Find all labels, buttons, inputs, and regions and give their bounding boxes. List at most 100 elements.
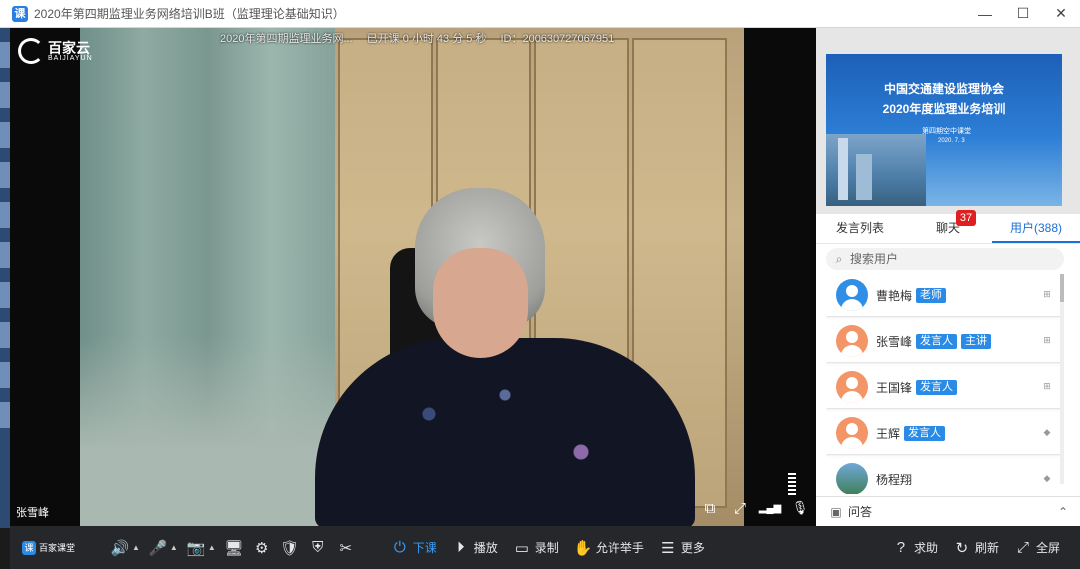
- slide-title-line1: 中国交通建设监理协会: [883, 82, 1004, 96]
- close-button[interactable]: ✕: [1042, 0, 1080, 28]
- list-item[interactable]: 杨程翔 ◆: [826, 458, 1062, 494]
- right-panel: 中国交通建设监理协会 2020年度监理业务培训 第四期空中课堂 2020. 7.…: [816, 28, 1080, 526]
- brand-name-en: BAIJIAYUN: [48, 54, 93, 62]
- play-icon: ⏵: [457, 539, 465, 556]
- list-item[interactable]: 曹艳梅 老师 ⊞: [826, 274, 1062, 316]
- teacher-figure: [285, 188, 705, 526]
- hand-icon: ✋: [573, 539, 593, 557]
- slide-preview[interactable]: 中国交通建设监理协会 2020年度监理业务培训 第四期空中课堂 2020. 7.…: [816, 28, 1080, 214]
- scissors-icon: ✂: [339, 539, 353, 557]
- record-label: 录制: [534, 541, 559, 555]
- slide: 中国交通建设监理协会 2020年度监理业务培训 第四期空中课堂 2020. 7.…: [826, 54, 1062, 206]
- baijiayun-logo-icon: [18, 38, 44, 64]
- user-name: 王辉: [876, 426, 901, 441]
- brand-name: 百家云: [48, 39, 90, 56]
- minimize-button[interactable]: —: [966, 0, 1004, 28]
- refresh-icon: ↻: [955, 539, 969, 557]
- caret-icon[interactable]: ▲: [132, 543, 140, 552]
- record-button[interactable]: ▭ 录制: [512, 526, 559, 569]
- slide-date: 2020. 7. 3: [938, 138, 965, 144]
- maximize-button[interactable]: ☐: [1004, 0, 1042, 28]
- qa-label: 问答: [848, 505, 873, 519]
- brand-logo: 百家云 BAIJIAYUN: [18, 38, 93, 64]
- android-icon: ◆: [1043, 426, 1051, 437]
- camera-off-icon: 📷: [186, 539, 206, 557]
- slide-city-image: [826, 134, 926, 206]
- list-item[interactable]: 王辉 发言人 ◆: [826, 412, 1062, 454]
- fullscreen-button[interactable]: ⤢ 全屏: [1013, 526, 1060, 569]
- volume-level-indicator: [788, 473, 796, 495]
- qa-bar[interactable]: ▣ 问答 ⌃: [816, 496, 1080, 526]
- tab-chat[interactable]: 聊天 37: [904, 210, 992, 243]
- more-button[interactable]: ☰ 更多: [658, 526, 705, 569]
- teacher-video: [80, 28, 744, 526]
- windows-icon: ⊞: [1043, 380, 1051, 391]
- fullscreen-icon: ⤢: [1016, 539, 1029, 556]
- mic-icon[interactable]: 🎙: [790, 498, 810, 518]
- security-check-button[interactable]: ⛨: [308, 526, 328, 569]
- user-list-scrollbar[interactable]: [1060, 274, 1064, 484]
- refresh-button[interactable]: ↻ 刷新: [952, 526, 999, 569]
- avatar: [836, 417, 868, 449]
- avatar: [836, 279, 868, 311]
- list-item[interactable]: 张雪峰 发言人 主讲 ⊞: [826, 320, 1062, 362]
- chevron-up-icon[interactable]: ⌃: [1058, 505, 1068, 519]
- security-button[interactable]: 🛡: [280, 526, 300, 569]
- windows-icon: ⊞: [1043, 288, 1051, 299]
- windows-icon: ⊞: [1043, 334, 1051, 345]
- video-tools: ⧉ ⤢ ▂▄▆ 🎙: [700, 498, 810, 518]
- video-info-bar: 2020年第四期监理业务网... 已开课 0 小时 43 分 5 秒 ID：20…: [220, 30, 614, 48]
- play-button[interactable]: ⏵ 播放: [451, 526, 498, 569]
- caret-icon[interactable]: ▲: [208, 543, 216, 552]
- gear-icon: ⚙: [255, 539, 269, 557]
- fullscreen-icon[interactable]: ⤢: [730, 498, 750, 518]
- settings-button[interactable]: ⚙: [252, 526, 272, 569]
- tab-users[interactable]: 用户(388): [992, 214, 1080, 243]
- help-button[interactable]: ? 求助: [891, 526, 938, 569]
- end-class-label: 下课: [412, 541, 437, 555]
- screen-share-button[interactable]: 🖥: [224, 526, 244, 569]
- exit-icon: ⏻: [393, 539, 406, 556]
- avatar: [836, 325, 868, 357]
- elapsed-time: 已开课 0 小时 43 分 5 秒: [366, 33, 487, 45]
- more-label: 更多: [680, 541, 705, 555]
- end-class-button[interactable]: ⏻ 下课: [390, 526, 437, 569]
- bottom-toolbar: 课 百家课堂 🔊 ▲ 🎤 ▲ 📷 ▲ 🖥 ⚙ 🛡 ⛨ ✂ ⏻ 下课 ⏵ 播放 ▭…: [10, 526, 1080, 569]
- caret-icon[interactable]: ▲: [170, 543, 178, 552]
- play-label: 播放: [473, 541, 498, 555]
- app-logo-icon: 课: [12, 5, 28, 22]
- chat-count-badge: 37: [956, 210, 976, 226]
- title-bar: 课 2020年第四期监理业务网络培训B班（监理理论基础知识） — ☐ ✕: [0, 0, 1080, 28]
- list-item[interactable]: 王国锋 发言人 ⊞: [826, 366, 1062, 408]
- speaker-icon: 🔊: [110, 539, 130, 557]
- user-name: 王国锋: [876, 380, 913, 395]
- role-tag: 发言人: [916, 379, 958, 395]
- camera-toggle-button[interactable]: 📷 ▲: [186, 526, 216, 569]
- screen-share-icon: 🖥: [224, 539, 244, 557]
- mic-off-icon: 🎤: [148, 539, 168, 557]
- speaker-name-label: 张雪峰: [16, 507, 49, 519]
- tab-speaker-list[interactable]: 发言列表: [816, 214, 904, 243]
- toolbar-brand-text: 百家课堂: [39, 543, 76, 553]
- app-logo-icon: 课: [22, 540, 36, 555]
- android-icon: ◆: [1043, 472, 1051, 483]
- role-tag: 发言人: [916, 333, 958, 349]
- shield-check-icon: ⛨: [312, 539, 324, 556]
- allow-raise-hand-button[interactable]: ✋ 允许举手: [573, 526, 643, 569]
- avatar: [836, 371, 868, 403]
- user-name: 杨程翔: [876, 472, 913, 487]
- mic-toggle-button[interactable]: 🎤 ▲: [148, 526, 178, 569]
- video-area[interactable]: 百家云 BAIJIAYUN 2020年第四期监理业务网... 已开课 0 小时 …: [10, 28, 816, 526]
- panel-tabs: 发言列表 聊天 37 用户(388): [816, 210, 1080, 244]
- room-id: ID：200630727067951: [500, 33, 615, 45]
- screenshot-button[interactable]: ✂: [336, 526, 356, 569]
- shield-icon: 🛡: [280, 539, 300, 557]
- user-search[interactable]: ⌕: [826, 248, 1064, 270]
- refresh-label: 刷新: [974, 541, 999, 555]
- screen-swap-icon[interactable]: ⧉: [700, 498, 720, 518]
- search-input[interactable]: [850, 252, 1050, 266]
- toolbar-right: ? 求助 ↻ 刷新 ⤢ 全屏: [891, 526, 1060, 569]
- user-name: 张雪峰: [876, 334, 913, 349]
- role-tag: 发言人: [904, 425, 946, 441]
- speaker-button[interactable]: 🔊 ▲: [110, 526, 140, 569]
